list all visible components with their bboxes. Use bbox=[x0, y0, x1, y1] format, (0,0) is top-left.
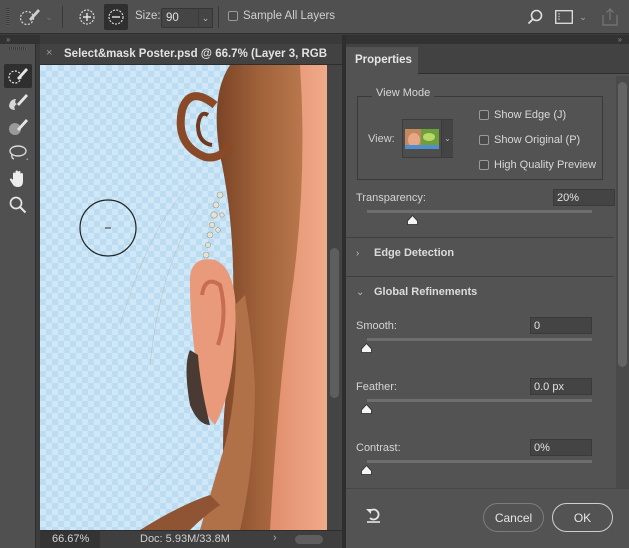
divider bbox=[346, 276, 614, 277]
brush-tool[interactable] bbox=[4, 115, 32, 139]
contrast-input[interactable]: 0% bbox=[530, 439, 592, 456]
edge-detection-label: Edge Detection bbox=[374, 247, 455, 259]
panel-footer: Cancel OK bbox=[346, 488, 629, 548]
view-label: View: bbox=[368, 133, 395, 145]
high-quality-preview-checkbox[interactable]: High Quality Preview bbox=[479, 159, 596, 171]
show-original-label: Show Original (P) bbox=[494, 134, 581, 146]
hand-icon bbox=[9, 170, 23, 187]
separator bbox=[62, 6, 63, 28]
chevron-down-icon: ⌄ bbox=[356, 286, 365, 298]
toolbox-grip[interactable] bbox=[9, 47, 27, 50]
smooth-label: Smooth: bbox=[356, 320, 397, 332]
show-edge-checkbox[interactable]: Show Edge (J) bbox=[479, 109, 566, 121]
close-document-icon[interactable]: × bbox=[46, 47, 52, 59]
feather-slider[interactable] bbox=[367, 399, 592, 402]
quick-selection-brush-icon[interactable] bbox=[18, 6, 42, 28]
transparency-slider[interactable] bbox=[367, 210, 592, 213]
chevron-down-icon: ⌄ bbox=[444, 134, 451, 143]
global-refinements-label: Global Refinements bbox=[374, 286, 478, 298]
hand-tool[interactable] bbox=[4, 167, 32, 191]
checkbox-box[interactable] bbox=[228, 11, 238, 21]
contrast-label: Contrast: bbox=[356, 442, 401, 454]
slider-knob[interactable] bbox=[360, 465, 372, 475]
refine-edge-brush-tool[interactable] bbox=[4, 90, 32, 114]
checkbox-box[interactable] bbox=[479, 110, 489, 120]
document-size-info[interactable]: Doc: 5.93M/33.8M bbox=[140, 533, 230, 545]
status-menu-arrow-icon[interactable]: › bbox=[273, 532, 277, 544]
options-bar-grip[interactable] bbox=[6, 8, 9, 26]
slider-knob[interactable] bbox=[360, 404, 372, 414]
quick-selection-icon bbox=[8, 68, 28, 84]
slider-knob[interactable] bbox=[360, 343, 372, 353]
canvas-vertical-scrollbar[interactable] bbox=[327, 65, 342, 530]
select-and-mask-workspace: ⌄ Size: 90 ⌄ Sample All Layers ⌄ ›› ›› ×… bbox=[0, 0, 629, 548]
workspace-icon[interactable] bbox=[555, 9, 573, 25]
scrollbar-thumb[interactable] bbox=[618, 82, 627, 367]
properties-panel: Properties View Mode View: ⌄ Show Edge (… bbox=[346, 44, 629, 548]
document-status-bar: 66.67% Doc: 5.93M/33.8M › bbox=[40, 530, 342, 548]
document-tab[interactable]: × Select&mask Poster.psd @ 66.7% (Layer … bbox=[40, 44, 342, 65]
zoom-level-field[interactable]: 66.67% bbox=[40, 531, 100, 548]
brush-cursor bbox=[79, 199, 137, 257]
checkbox-box[interactable] bbox=[479, 135, 489, 145]
feather-label: Feather: bbox=[356, 381, 397, 393]
refine-edge-brush-icon bbox=[9, 94, 28, 110]
view-mode-picker[interactable]: ⌄ bbox=[402, 119, 453, 158]
high-quality-preview-label: High Quality Preview bbox=[494, 159, 597, 171]
lasso-icon bbox=[9, 145, 28, 160]
brush-icon bbox=[9, 119, 28, 135]
options-bar: ⌄ Size: 90 ⌄ Sample All Layers ⌄ bbox=[0, 0, 629, 34]
edge-detection-section[interactable]: › Edge Detection bbox=[356, 247, 454, 259]
expand-toolbox-icon[interactable]: ›› bbox=[6, 35, 10, 44]
document-window: × Select&mask Poster.psd @ 66.7% (Layer … bbox=[40, 35, 342, 548]
separator bbox=[218, 6, 219, 28]
share-icon[interactable] bbox=[601, 7, 619, 27]
brush-size-dropdown[interactable]: ⌄ bbox=[198, 8, 213, 28]
sample-all-layers-checkbox[interactable]: Sample All Layers bbox=[228, 10, 335, 22]
smooth-slider[interactable] bbox=[367, 338, 592, 341]
subtract-from-selection-icon[interactable] bbox=[104, 4, 128, 30]
view-mode-thumbnail bbox=[405, 129, 439, 149]
canvas-horizontal-scrollbar[interactable] bbox=[295, 535, 323, 544]
properties-scrollbar[interactable] bbox=[616, 76, 629, 488]
add-to-selection-icon[interactable] bbox=[76, 6, 98, 28]
chevron-right-icon: › bbox=[356, 247, 360, 259]
collapse-panels-icon[interactable]: ›› bbox=[618, 35, 622, 44]
view-mode-dropdown[interactable]: ⌄ bbox=[441, 120, 453, 157]
cancel-button[interactable]: Cancel bbox=[483, 503, 544, 532]
transparency-label: Transparency: bbox=[356, 192, 426, 204]
show-edge-label: Show Edge (J) bbox=[494, 109, 567, 121]
portrait-image bbox=[119, 65, 327, 530]
divider bbox=[346, 237, 614, 238]
zoom-tool[interactable] bbox=[4, 193, 32, 217]
panel-tab-bar: Properties bbox=[346, 44, 629, 75]
workspace-caret-icon[interactable]: ⌄ bbox=[578, 11, 588, 23]
show-original-checkbox[interactable]: Show Original (P) bbox=[479, 134, 580, 146]
toolbox bbox=[0, 44, 36, 548]
slider-knob[interactable] bbox=[406, 215, 418, 225]
feather-input[interactable]: 0.0 px bbox=[530, 378, 592, 395]
document-title: Select&mask Poster.psd @ 66.7% (Layer 3,… bbox=[64, 48, 328, 60]
view-mode-legend: View Mode bbox=[372, 87, 435, 99]
global-refinements-section[interactable]: ⌄ Global Refinements bbox=[356, 286, 477, 298]
sample-all-layers-label: Sample All Layers bbox=[243, 10, 336, 22]
contrast-slider[interactable] bbox=[367, 460, 592, 463]
ok-button[interactable]: OK bbox=[552, 503, 613, 532]
quick-selection-tool[interactable] bbox=[4, 64, 32, 88]
chevron-down-icon: ⌄ bbox=[201, 12, 210, 23]
image-canvas[interactable] bbox=[40, 65, 327, 530]
tab-properties[interactable]: Properties bbox=[346, 47, 418, 75]
scrollbar-thumb[interactable] bbox=[330, 248, 339, 398]
reset-icon[interactable] bbox=[364, 506, 384, 524]
zoom-icon bbox=[9, 196, 27, 214]
search-icon[interactable] bbox=[526, 8, 544, 26]
lasso-tool[interactable] bbox=[4, 141, 32, 165]
tool-preset-caret-icon[interactable]: ⌄ bbox=[44, 11, 54, 23]
checkbox-box[interactable] bbox=[479, 160, 489, 170]
transparency-input[interactable]: 20% bbox=[553, 189, 615, 206]
smooth-input[interactable]: 0 bbox=[530, 317, 592, 334]
size-label: Size: bbox=[135, 10, 161, 22]
